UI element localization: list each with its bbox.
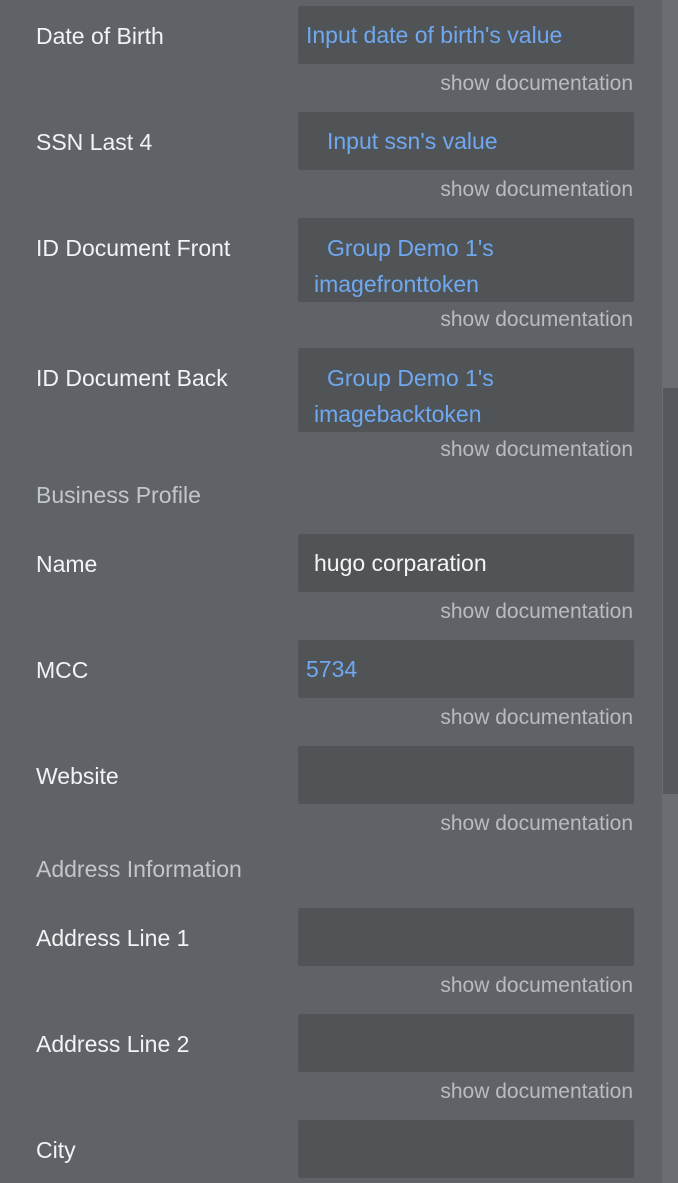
label-id-document-back: ID Document Back xyxy=(36,365,228,391)
address-line-2-input[interactable] xyxy=(298,1014,634,1072)
name-input[interactable]: hugo corparation xyxy=(298,534,634,592)
city-input[interactable] xyxy=(298,1120,634,1178)
date-of-birth-input[interactable]: Input date of birth's value xyxy=(298,6,634,64)
label-mcc: MCC xyxy=(36,657,89,683)
show-documentation-link[interactable]: show documentation xyxy=(440,598,633,626)
website-input[interactable] xyxy=(298,746,634,804)
label-address-line-2: Address Line 2 xyxy=(36,1031,190,1057)
show-documentation-link[interactable]: show documentation xyxy=(440,704,633,732)
show-documentation-link[interactable]: show documentation xyxy=(440,1078,633,1106)
show-documentation-link[interactable]: show documentation xyxy=(440,810,633,838)
property-editor-panel: Date of Birth Input date of birth's valu… xyxy=(0,0,662,1183)
section-address-information: Address Information xyxy=(36,856,242,882)
label-name: Name xyxy=(36,551,98,577)
label-address-line-1: Address Line 1 xyxy=(36,925,190,951)
show-documentation-link[interactable]: show documentation xyxy=(440,436,633,464)
label-website: Website xyxy=(36,763,119,789)
label-id-document-front: ID Document Front xyxy=(36,235,231,261)
section-business-profile: Business Profile xyxy=(36,482,201,508)
show-documentation-link[interactable]: show documentation xyxy=(440,306,633,334)
scrollbar-thumb[interactable] xyxy=(663,388,678,794)
id-document-back-input[interactable]: Group Demo 1's imagebacktoken xyxy=(298,348,634,432)
id-document-front-input[interactable]: Group Demo 1's imagefronttoken xyxy=(298,218,634,302)
show-documentation-link[interactable]: show documentation xyxy=(440,972,633,1000)
mcc-input[interactable]: 5734 xyxy=(298,640,634,698)
label-ssn-last-4: SSN Last 4 xyxy=(36,129,153,155)
show-documentation-link[interactable]: show documentation xyxy=(440,70,633,98)
label-city: City xyxy=(36,1137,76,1163)
address-line-1-input[interactable] xyxy=(298,908,634,966)
ssn-input[interactable]: Input ssn's value xyxy=(298,112,634,170)
label-date-of-birth: Date of Birth xyxy=(36,23,164,49)
show-documentation-link[interactable]: show documentation xyxy=(440,176,633,204)
